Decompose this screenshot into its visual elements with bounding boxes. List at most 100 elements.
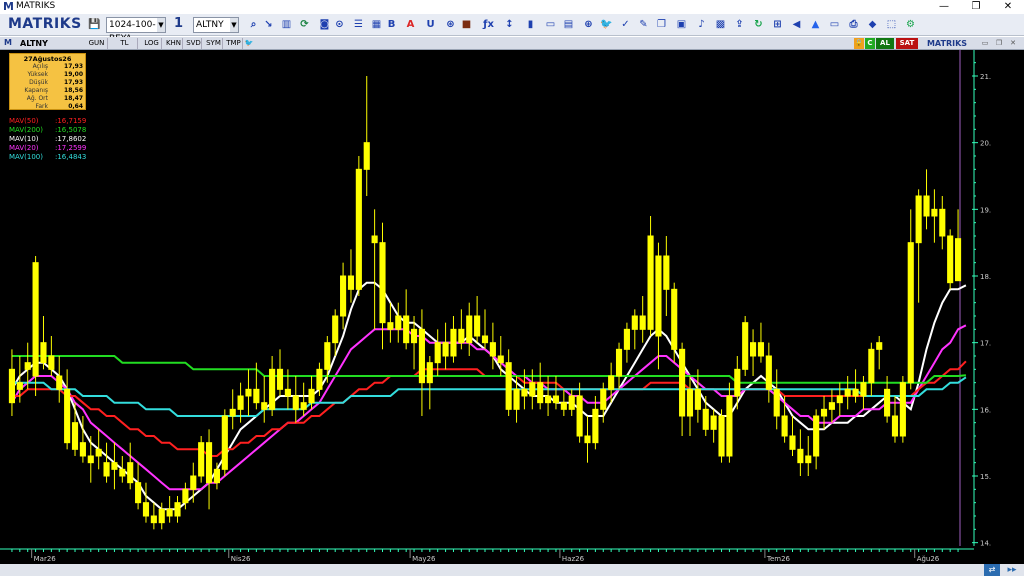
- minimize-button[interactable]: —: [930, 0, 958, 14]
- info-label: Ağ. Ort: [26, 95, 48, 102]
- grid-icon[interactable]: ▦: [370, 18, 383, 31]
- close-chart-icon[interactable]: ✕: [1008, 38, 1018, 49]
- calc-icon[interactable]: ▩: [714, 18, 727, 31]
- candle-body: [686, 388, 694, 417]
- window-icon[interactable]: ❐: [655, 18, 668, 31]
- toolbar-extra-icon[interactable]: ⊞: [771, 18, 784, 31]
- x-tick-label: Nis26: [231, 555, 251, 563]
- tab-sym[interactable]: SYM: [205, 38, 223, 49]
- search-icon[interactable]: ⌕: [247, 18, 260, 31]
- c-icon[interactable]: C: [865, 38, 875, 49]
- save-icon[interactable]: 💾: [88, 18, 101, 31]
- candle-body: [198, 442, 205, 477]
- underline-icon[interactable]: U: [424, 18, 437, 31]
- legend-item[interactable]: MAV(20):17,2599: [9, 144, 86, 153]
- candle-body: [64, 388, 71, 444]
- candle-body: [261, 402, 268, 410]
- tab-tmp[interactable]: TMP: [225, 38, 243, 49]
- candle-body: [781, 415, 788, 437]
- tools-icon[interactable]: ✎: [637, 18, 650, 31]
- chevron-down-icon[interactable]: ▼: [157, 18, 165, 32]
- template-combo[interactable]: 1024-100-BEYA ▼: [106, 17, 166, 44]
- layout-icon[interactable]: ▣: [675, 18, 688, 31]
- toolbar-extra-icon[interactable]: ▭: [828, 18, 841, 31]
- fx-icon[interactable]: ƒx: [482, 18, 495, 31]
- scroll-link-icon[interactable]: ⇄: [984, 564, 1000, 576]
- tab-svd[interactable]: SVD: [186, 38, 202, 49]
- legend-item[interactable]: MAV(10):17,8602: [9, 135, 86, 144]
- bold-icon[interactable]: B: [385, 18, 398, 31]
- draw-tool-icon[interactable]: ↘: [262, 18, 275, 31]
- list-icon[interactable]: ☰: [352, 18, 365, 31]
- close-button[interactable]: ✕: [994, 0, 1022, 14]
- export-icon[interactable]: ⇪: [733, 18, 746, 31]
- alarm-icon[interactable]: ⊛: [444, 18, 457, 31]
- candle-body: [702, 408, 709, 430]
- tab-tl[interactable]: TL: [112, 38, 138, 49]
- toolbar-extra-icon[interactable]: ▲: [809, 18, 822, 31]
- twitter-icon[interactable]: 🐦: [244, 38, 254, 49]
- maximize-button[interactable]: ❐: [962, 0, 990, 14]
- candle-body: [32, 262, 39, 377]
- toolbar-extra-icon[interactable]: ↻: [752, 18, 765, 31]
- toolbar-extra-icon[interactable]: ◆: [866, 18, 879, 31]
- candle-body: [418, 328, 425, 384]
- candle-body: [71, 422, 79, 450]
- camera-icon[interactable]: ◙: [318, 18, 331, 31]
- tab-khn[interactable]: KHN: [165, 38, 183, 49]
- stop-icon[interactable]: ■: [460, 18, 473, 31]
- compare-icon[interactable]: ↕: [503, 18, 516, 31]
- legend-item[interactable]: MAV(200):16,5078: [9, 126, 86, 135]
- x-tick-label: Tem26: [766, 555, 791, 563]
- candle-body: [545, 395, 552, 404]
- candle-body: [868, 348, 875, 384]
- table-icon[interactable]: ▤: [562, 18, 575, 31]
- y-tick-label: 17.: [980, 340, 991, 348]
- symbol-combo[interactable]: ALTNY ▼: [193, 17, 239, 33]
- x-tick-label: Mar26: [34, 555, 57, 563]
- bar-chart-icon[interactable]: ▮: [524, 18, 537, 31]
- tab-log[interactable]: LOG: [142, 38, 162, 49]
- candle-body: [150, 515, 157, 524]
- candle-body: [434, 342, 441, 364]
- chevron-down-icon[interactable]: ▼: [230, 18, 238, 32]
- page-icon[interactable]: ▭: [544, 18, 557, 31]
- twitter-icon[interactable]: 🐦: [600, 18, 613, 31]
- candle-body: [931, 208, 938, 217]
- candle-body: [615, 348, 623, 377]
- settings-icon[interactable]: ⊙: [333, 18, 346, 31]
- lock-icon[interactable]: 🔒: [854, 38, 864, 49]
- candle-body: [24, 362, 31, 370]
- candle-body: [773, 388, 780, 417]
- check-icon[interactable]: ✓: [619, 18, 632, 31]
- font-color-icon[interactable]: A: [404, 18, 417, 31]
- toolbar-extra-icon[interactable]: ◀: [790, 18, 803, 31]
- price-chart[interactable]: 14. 15. 16. 17. 18. 19. 20. 21. Mar26 Nis26 May26 H…: [0, 50, 1024, 564]
- tab-gun[interactable]: GUN: [86, 38, 108, 49]
- candle-body: [229, 408, 236, 417]
- info-row: Ağ. Ort 18,47: [12, 95, 83, 103]
- scroll-right-icon[interactable]: ▸▸: [1004, 564, 1020, 576]
- info-value: 0,64: [68, 103, 83, 110]
- window-number[interactable]: 1: [172, 17, 190, 33]
- toolbar-extra-icon[interactable]: ⚙: [904, 18, 917, 31]
- chart-type-icon[interactable]: ▥: [280, 18, 293, 31]
- candle-body: [135, 482, 142, 504]
- legend-item[interactable]: MAV(50):16,7159: [9, 117, 86, 126]
- main-toolbar: MATRIKS 1024-100-BEYA ▼ 1 ALTNY ▼ 💾 ⌕↘ ▥ ⟳ ◙…: [0, 14, 1024, 44]
- minimize-chart-icon[interactable]: ▭: [980, 38, 990, 49]
- refresh-icon[interactable]: ⟳: [298, 18, 311, 31]
- legend-item[interactable]: MAV(100):16,4843: [9, 153, 86, 162]
- toolbar-extra-icon[interactable]: ⎙: [847, 18, 860, 31]
- buy-button[interactable]: AL: [876, 38, 894, 49]
- zoom-icon[interactable]: ⊕: [582, 18, 595, 31]
- candle-body: [316, 368, 323, 390]
- toolbar-extra-icon[interactable]: ⬚: [885, 18, 898, 31]
- restore-chart-icon[interactable]: ❐: [994, 38, 1004, 49]
- sell-button[interactable]: SAT: [896, 38, 918, 49]
- chart-svg[interactable]: 14. 15. 16. 17. 18. 19. 20. 21. Mar26 Nis26 May26 H…: [0, 50, 1024, 564]
- candle-body: [568, 395, 575, 410]
- chart-symbol: ALTNY: [20, 39, 48, 48]
- bell-icon[interactable]: ♪: [695, 18, 708, 31]
- candle-body: [292, 395, 299, 410]
